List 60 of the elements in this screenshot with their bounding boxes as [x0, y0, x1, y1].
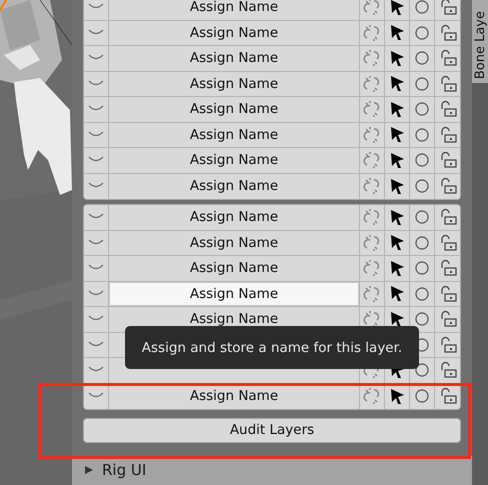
circle-icon[interactable]	[415, 389, 429, 404]
circle-icon[interactable]	[415, 0, 429, 14]
unlocked-padlock-icon[interactable]	[438, 361, 456, 380]
unlocked-padlock-icon[interactable]	[438, 100, 456, 118]
circle-icon[interactable]	[415, 286, 429, 301]
broken-link-icon[interactable]	[363, 310, 381, 328]
unlocked-padlock-icon[interactable]	[438, 387, 456, 406]
audit-layers-button[interactable]: Audit Layers	[83, 418, 461, 443]
cursor-arrow-icon[interactable]	[390, 178, 404, 195]
panel-header[interactable]: Rig UI	[72, 456, 472, 485]
circle-icon[interactable]	[415, 363, 429, 378]
cursor-arrow-icon[interactable]	[390, 50, 404, 67]
panel-title: Rig UI	[102, 461, 146, 480]
unlocked-padlock-icon[interactable]	[438, 336, 456, 354]
cursor-arrow-icon[interactable]	[390, 234, 404, 252]
chevron-icon[interactable]	[88, 28, 104, 37]
unlocked-padlock-icon[interactable]	[438, 74, 456, 93]
layer-name-field[interactable]: Assign Name	[109, 282, 360, 306]
cursor-arrow-icon[interactable]	[390, 75, 404, 92]
cursor-arrow-icon[interactable]	[390, 0, 404, 16]
chevron-icon[interactable]	[88, 80, 104, 88]
cursor-arrow-icon[interactable]	[390, 260, 404, 277]
unlocked-padlock-icon[interactable]	[438, 234, 456, 252]
circle-icon[interactable]	[415, 153, 429, 168]
circle-icon[interactable]	[415, 261, 429, 276]
circle-icon[interactable]	[415, 210, 429, 224]
circle-icon[interactable]	[415, 179, 429, 194]
unlocked-padlock-icon[interactable]	[438, 49, 456, 68]
cursor-arrow-icon[interactable]	[390, 208, 404, 226]
circle-icon[interactable]	[415, 236, 429, 250]
chevron-icon[interactable]	[88, 130, 104, 139]
cursor-arrow-icon[interactable]	[390, 285, 404, 302]
chevron-icon[interactable]	[88, 290, 104, 298]
unlocked-padlock-icon[interactable]	[438, 151, 456, 170]
unlocked-padlock-icon[interactable]	[438, 259, 456, 278]
sidebar-tab[interactable]: Bone Laye	[472, 0, 488, 83]
unlocked-padlock-icon[interactable]	[438, 126, 456, 144]
unlocked-padlock-icon[interactable]	[438, 177, 456, 196]
circle-icon[interactable]	[415, 76, 429, 91]
unlocked-padlock-icon[interactable]	[438, 310, 456, 328]
circle-icon[interactable]	[415, 102, 429, 116]
cursor-arrow-icon[interactable]	[390, 24, 404, 42]
tooltip: Assign and store a name for this layer.	[125, 326, 419, 369]
cursor-arrow-icon[interactable]	[390, 100, 404, 118]
circle-icon[interactable]	[415, 26, 429, 40]
circle-icon[interactable]	[415, 128, 429, 142]
unlocked-padlock-icon[interactable]	[438, 208, 456, 226]
cursor-arrow-icon[interactable]	[390, 310, 404, 328]
circle-icon[interactable]	[415, 312, 429, 326]
cursor-arrow-icon[interactable]	[390, 152, 404, 169]
unlocked-padlock-icon[interactable]	[438, 0, 456, 16]
circle-icon[interactable]	[415, 51, 429, 66]
chevron-icon[interactable]	[88, 238, 104, 247]
unlocked-padlock-icon[interactable]	[438, 284, 456, 303]
disclosure-triangle-icon[interactable]	[84, 465, 94, 476]
cursor-arrow-icon[interactable]	[390, 388, 404, 405]
chevron-icon[interactable]	[88, 340, 104, 349]
cursor-arrow-icon[interactable]	[390, 126, 404, 144]
layer-name-field[interactable]: Assign Name	[109, 174, 360, 199]
unlocked-padlock-icon[interactable]	[438, 24, 456, 42]
